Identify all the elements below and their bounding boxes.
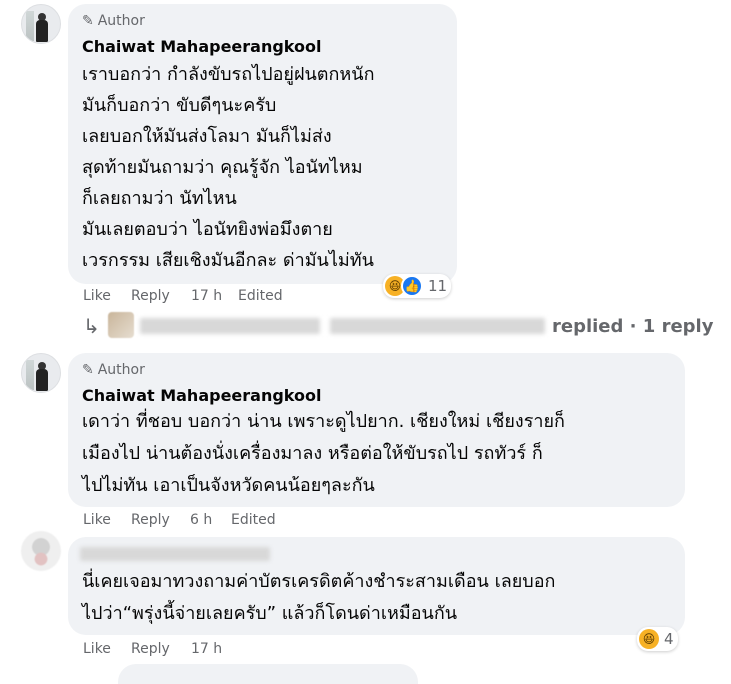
avatar-figure-body bbox=[36, 369, 48, 391]
like-button[interactable]: Like bbox=[83, 512, 111, 528]
avatar[interactable] bbox=[21, 531, 61, 571]
edited-label[interactable]: Edited bbox=[231, 512, 276, 528]
reply-button[interactable]: Reply bbox=[131, 641, 170, 657]
comment-text-line: ก็เลยถามว่า นัทไหน bbox=[82, 188, 237, 209]
avatar-background bbox=[26, 11, 34, 41]
author-badge: ✎ Author bbox=[82, 362, 145, 378]
comment-text-line: นี่เคยเจอมาทวงถามค่าบัตรเครดิตค้างชำระสา… bbox=[82, 571, 556, 592]
redacted-name bbox=[330, 318, 545, 334]
avatar-background bbox=[26, 360, 34, 390]
commenter-name[interactable]: Chaiwat Mahapeerangkool bbox=[82, 37, 321, 56]
like-reaction-icon: 👍 bbox=[401, 275, 423, 297]
replier-avatar bbox=[108, 312, 134, 338]
edited-label[interactable]: Edited bbox=[238, 288, 283, 304]
like-button[interactable]: Like bbox=[83, 641, 111, 657]
like-button[interactable]: Like bbox=[83, 288, 111, 304]
reaction-summary[interactable]: 😆 4 bbox=[637, 627, 678, 651]
haha-reaction-icon: 😆 bbox=[639, 629, 659, 649]
author-badge-label: Author bbox=[97, 362, 145, 378]
redacted-name bbox=[140, 318, 320, 334]
view-replies-link[interactable]: replied · 1 reply bbox=[552, 316, 713, 337]
timestamp[interactable]: 17 h bbox=[191, 288, 222, 304]
comment-text-line: เลยบอกให้มันส่งโลมา มันก็ไม่ส่ง bbox=[82, 126, 332, 147]
pencil-icon: ✎ bbox=[82, 362, 94, 378]
comment-text-line: มันเลยตอบว่า ไอนัทยิงพ่อมึงตาย bbox=[82, 219, 333, 240]
timestamp[interactable]: 17 h bbox=[191, 641, 222, 657]
comment-text-line: มันก็บอกว่า ขับดีๆนะครับ bbox=[82, 95, 277, 116]
comment-text-line: สุดท้ายมันถามว่า คุณรู้จัก ไอนัทไหม bbox=[82, 157, 363, 178]
avatar-figure-body bbox=[36, 20, 48, 42]
redacted-name bbox=[80, 547, 270, 561]
pencil-icon: ✎ bbox=[82, 13, 94, 29]
comment-text-line: เดาว่า ที่ชอบ บอกว่า น่าน เพราะดูไปยาก. … bbox=[82, 411, 565, 432]
commenter-name[interactable]: Chaiwat Mahapeerangkool bbox=[82, 386, 321, 405]
reply-button[interactable]: Reply bbox=[131, 512, 170, 528]
comment-text-line: เราบอกว่า กำลังขับรถไปอยู่ฝนตกหนัก bbox=[82, 64, 375, 85]
comment-text-line: เวรกรรม เสียเชิงมันอีกละ ด่ามันไม่ทัน bbox=[82, 250, 374, 271]
comment-bubble bbox=[118, 664, 418, 684]
comment-text-line: ไปว่า“พรุ่งนี้จ่ายเลยครับ” แล้วก็โดนด่าเ… bbox=[82, 603, 458, 624]
reaction-count: 11 bbox=[428, 277, 448, 295]
reply-arrow-icon: ↳ bbox=[83, 314, 100, 338]
timestamp[interactable]: 6 h bbox=[190, 512, 212, 528]
avatar[interactable] bbox=[21, 353, 61, 393]
reaction-summary[interactable]: 😆 👍 11 bbox=[383, 274, 452, 298]
author-badge: ✎ Author bbox=[82, 13, 145, 29]
reply-button[interactable]: Reply bbox=[131, 288, 170, 304]
comment-text-line: ไปไม่ทัน เอาเป็นจังหวัดคนน้อยๆละกัน bbox=[82, 475, 375, 496]
reaction-count: 4 bbox=[664, 630, 674, 648]
comment-text-line: เมืองไป น่านต้องนั่งเครื่องมาลง หรือต่อใ… bbox=[82, 443, 543, 464]
avatar[interactable] bbox=[21, 4, 61, 44]
author-badge-label: Author bbox=[97, 13, 145, 29]
